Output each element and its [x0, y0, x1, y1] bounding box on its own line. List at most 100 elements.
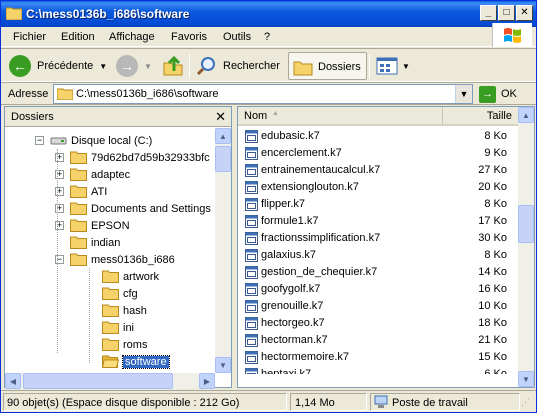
tree-hscroll-thumb[interactable]: [23, 373, 173, 389]
file-row[interactable]: extensionglouton.k7 20 Ko: [238, 179, 518, 196]
scroll-right-icon[interactable]: ▶: [199, 373, 215, 389]
menu-favoris[interactable]: Favoris: [171, 31, 207, 43]
close-pane-icon[interactable]: ✕: [215, 109, 226, 125]
file-row[interactable]: entrainementaucalcul.k7 27 Ko: [238, 162, 518, 179]
file-row[interactable]: edubasic.k7 8 Ko: [238, 128, 518, 145]
column-name[interactable]: Nom ▲: [238, 107, 443, 124]
search-button[interactable]: Rechercher: [196, 53, 280, 79]
menu-affichage[interactable]: Affichage: [109, 31, 155, 43]
file-size: 18 Ko: [478, 317, 507, 329]
collapse-icon[interactable]: −: [55, 255, 64, 264]
tree-item[interactable]: Documents and Settings: [70, 200, 211, 217]
file-size: 17 Ko: [478, 215, 507, 227]
tree-item[interactable]: adaptec: [70, 166, 130, 183]
files-scroll-thumb[interactable]: [518, 205, 534, 243]
tree-scroll-thumb[interactable]: [215, 146, 231, 172]
tree-item[interactable]: EPSON: [70, 217, 130, 234]
collapse-icon[interactable]: −: [35, 136, 44, 145]
expand-icon[interactable]: +: [55, 170, 64, 179]
file-row[interactable]: grenouille.k7 10 Ko: [238, 298, 518, 315]
file-size: 10 Ko: [478, 300, 507, 312]
address-dropdown-button[interactable]: ▼: [455, 85, 472, 103]
file-icon: [245, 300, 258, 313]
tree-item[interactable]: artwork: [102, 268, 159, 285]
menu-bar: Fichier Edition Affichage Favoris Outils…: [1, 27, 536, 47]
files-vertical-scrollbar[interactable]: ▲ ▼: [518, 107, 534, 387]
address-value[interactable]: C:\mess0136b_i686\software: [76, 88, 218, 100]
file-icon: [245, 249, 258, 262]
file-name: extensionglouton.k7: [261, 181, 359, 193]
scroll-up-icon[interactable]: ▲: [518, 107, 534, 123]
address-label: Adresse: [8, 88, 49, 100]
file-row[interactable]: gestion_de_chequier.k7 14 Ko: [238, 264, 518, 281]
folder-icon: [57, 88, 73, 100]
file-row[interactable]: encerclement.k7 9 Ko: [238, 145, 518, 162]
menu-fichier[interactable]: Fichier: [13, 31, 46, 43]
up-folder-button[interactable]: [162, 53, 184, 79]
scroll-down-icon[interactable]: ▼: [518, 371, 534, 387]
menu-edition[interactable]: Edition: [61, 31, 95, 43]
views-button[interactable]: ▼: [375, 53, 410, 79]
file-row[interactable]: galaxius.k7 8 Ko: [238, 247, 518, 264]
tree-item[interactable]: hash: [102, 302, 147, 319]
views-dropdown-icon[interactable]: ▼: [402, 62, 410, 71]
tree-item-label: 79d62bd7d59b32933bfc: [91, 151, 210, 164]
file-name: galaxius.k7: [261, 249, 317, 261]
open-folder-icon: [102, 355, 119, 368]
maximize-button[interactable]: □: [498, 5, 515, 21]
tree-vertical-scrollbar[interactable]: ▲ ▼: [215, 128, 231, 373]
toolbar-separator: [369, 54, 370, 78]
forward-button[interactable]: → ▼: [116, 53, 152, 79]
column-header: Nom ▲ Taille: [238, 107, 534, 126]
scroll-left-icon[interactable]: ◀: [5, 373, 21, 389]
tree-item[interactable]: 79d62bd7d59b32933bfc: [70, 149, 210, 166]
up-folder-icon: [163, 55, 183, 76]
back-dropdown-icon[interactable]: ▼: [99, 62, 107, 71]
expand-icon[interactable]: +: [55, 221, 64, 230]
tree-item[interactable]: Disque local (C:): [50, 132, 152, 149]
tree-item[interactable]: roms: [102, 336, 147, 353]
forward-dropdown-icon[interactable]: ▼: [144, 62, 152, 71]
tree-item[interactable]: ini: [102, 319, 134, 336]
tree-item[interactable]: mess0136b_i686: [70, 251, 175, 268]
expand-icon[interactable]: +: [55, 153, 64, 162]
file-row[interactable]: hectormemoire.k7 15 Ko: [238, 349, 518, 366]
close-button[interactable]: ✕: [516, 5, 533, 21]
menu-help[interactable]: ?: [264, 31, 270, 43]
folder-icon: [102, 270, 119, 283]
file-row[interactable]: formule1.k7 17 Ko: [238, 213, 518, 230]
file-icon: [245, 351, 258, 364]
file-row[interactable]: heptaxi.k7 6 Ko: [238, 366, 518, 374]
file-icon: [245, 283, 258, 296]
file-size: 16 Ko: [478, 283, 507, 295]
scroll-up-icon[interactable]: ▲: [215, 128, 231, 144]
back-button[interactable]: ← Précédente ▼: [9, 53, 107, 79]
tree-item[interactable]: software: [102, 353, 170, 370]
file-row[interactable]: flipper.k7 8 Ko: [238, 196, 518, 213]
file-row[interactable]: fractionssimplification.k7 30 Ko: [238, 230, 518, 247]
address-input[interactable]: C:\mess0136b_i686\software ▼: [53, 84, 473, 104]
file-size: 30 Ko: [478, 232, 507, 244]
file-size: 6 Ko: [484, 368, 507, 374]
expand-icon[interactable]: +: [55, 187, 64, 196]
expand-icon[interactable]: +: [55, 204, 64, 213]
tree-horizontal-scrollbar[interactable]: ◀ ▶: [5, 373, 215, 389]
file-size: 27 Ko: [478, 164, 507, 176]
column-size[interactable]: Taille: [444, 107, 516, 124]
file-row[interactable]: hectorman.k7 21 Ko: [238, 332, 518, 349]
resize-grip-icon[interactable]: ⋰: [521, 397, 533, 409]
file-row[interactable]: goofygolf.k7 16 Ko: [238, 281, 518, 298]
title-bar[interactable]: C:\mess0136b_i686\software _ □ ✕: [1, 1, 536, 27]
forward-arrow-icon: →: [116, 55, 138, 77]
file-row[interactable]: hectorgeo.k7 18 Ko: [238, 315, 518, 332]
menu-outils[interactable]: Outils: [223, 31, 251, 43]
folder-tree: − Disque local (C:) +79d62bd7d59b32933bfc +…: [5, 128, 215, 374]
minimize-button[interactable]: _: [480, 5, 497, 21]
folders-button[interactable]: Dossiers: [288, 52, 367, 80]
scroll-down-icon[interactable]: ▼: [215, 357, 231, 373]
file-size: 8 Ko: [484, 130, 507, 142]
go-button[interactable]: → OK: [479, 84, 517, 104]
tree-item[interactable]: cfg: [102, 285, 138, 302]
tree-item[interactable]: ATI: [70, 183, 107, 200]
tree-item[interactable]: indian: [70, 234, 120, 251]
